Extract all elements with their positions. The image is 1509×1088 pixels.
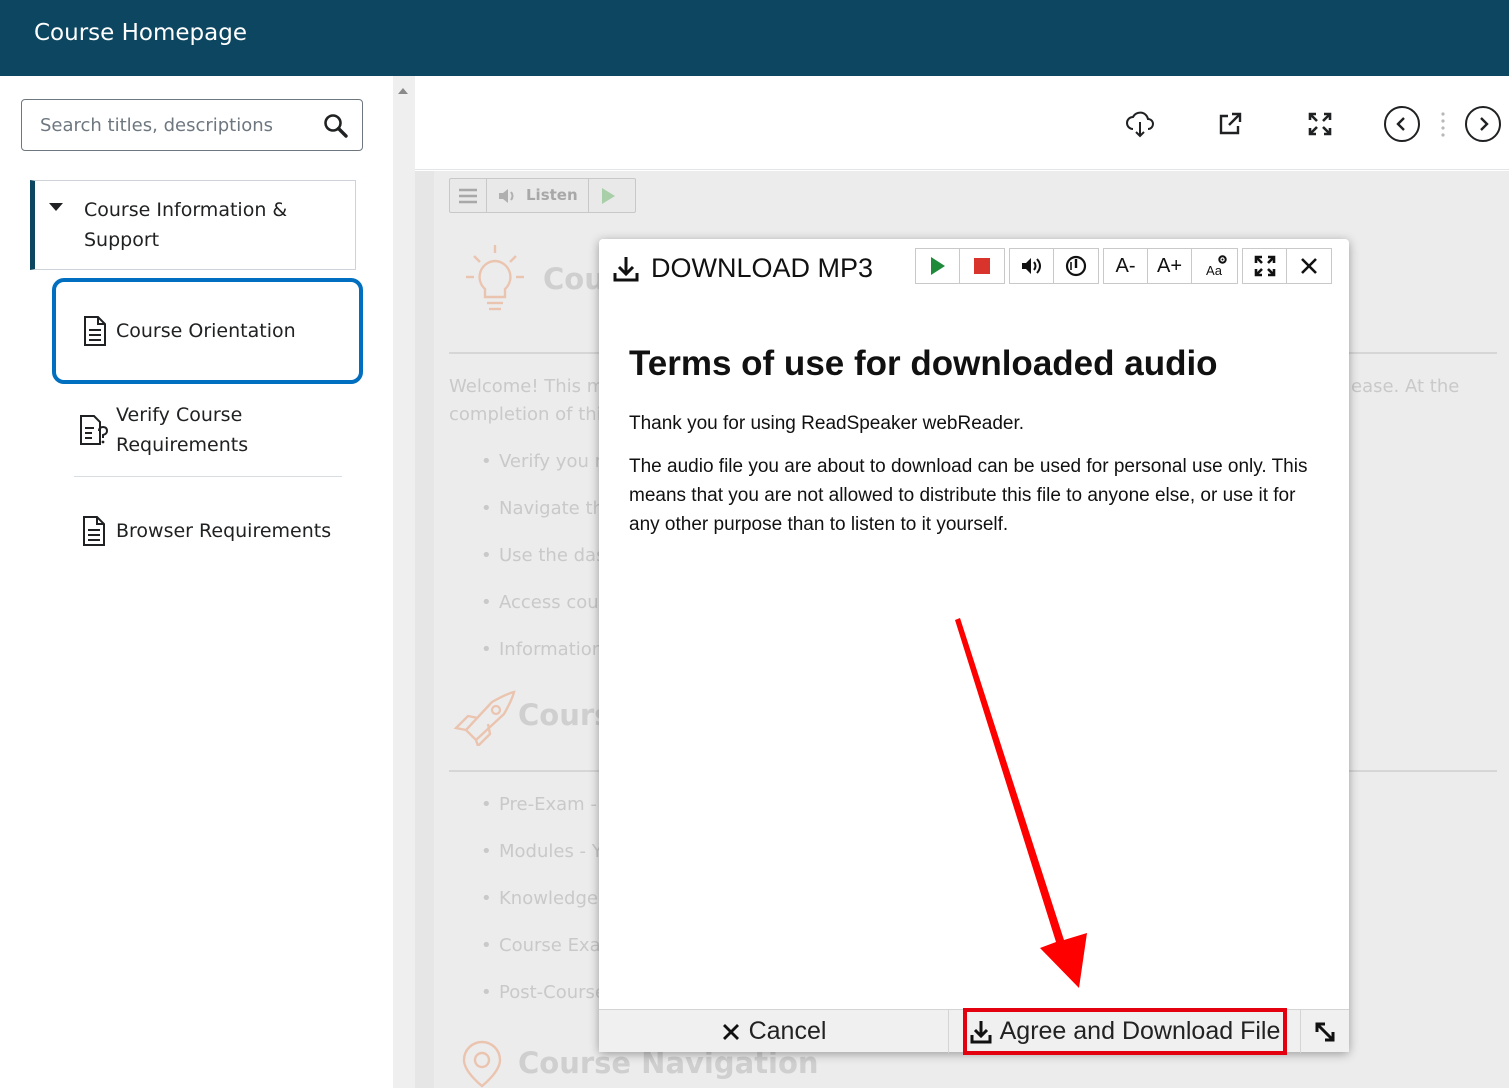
terms-body-text: The audio file you are about to download… xyxy=(629,456,1308,535)
document-icon xyxy=(83,516,105,546)
agree-label: Agree and Download File xyxy=(999,1017,1281,1045)
readspeaker-listen-bar[interactable]: Listen xyxy=(449,178,636,213)
document-icon xyxy=(84,316,106,346)
open-new-window-button[interactable] xyxy=(1212,106,1248,142)
divider xyxy=(1349,770,1497,772)
audio-settings-controls xyxy=(1009,248,1099,284)
list-item: Information xyxy=(481,639,603,660)
list-item: Post-Course xyxy=(481,982,606,1003)
rocket-icon xyxy=(453,690,516,746)
play-icon xyxy=(930,257,945,275)
divider xyxy=(449,352,599,354)
text-size-controls: A- A+ Aa xyxy=(1103,248,1238,284)
font-larger-label: A+ xyxy=(1156,254,1183,277)
topic-label: Browser Requirements xyxy=(116,520,332,542)
fullscreen-icon xyxy=(1308,112,1332,136)
fullscreen-button[interactable] xyxy=(1302,106,1338,142)
font-smaller-button[interactable]: A- xyxy=(1104,249,1148,283)
maximize-button[interactable] xyxy=(1243,249,1287,283)
topic-label: Verify Course Requirements xyxy=(116,404,249,456)
terms-thanks-text: Thank you for using ReadSpeaker webReade… xyxy=(629,413,1025,434)
speed-button[interactable] xyxy=(1054,249,1098,283)
scroll-up-arrow-icon[interactable] xyxy=(398,88,408,94)
lightbulb-icon xyxy=(466,245,524,311)
terms-heading: Terms of use for downloaded audio xyxy=(629,344,1218,383)
separator-dots-icon xyxy=(1441,112,1445,137)
speed-gauge-icon xyxy=(1065,255,1087,277)
close-icon xyxy=(722,1023,739,1040)
topic-browser-requirements[interactable]: Browser Requirements xyxy=(52,505,363,561)
text-settings-button[interactable]: Aa xyxy=(1192,249,1236,283)
volume-button[interactable] xyxy=(1010,249,1054,283)
list-item: Pre-Exam - xyxy=(481,794,597,815)
dialog-title: DOWNLOAD MP3 xyxy=(651,253,874,283)
caret-down-icon[interactable] xyxy=(49,203,63,211)
list-item: Use the das xyxy=(481,545,606,566)
checklist-question-icon xyxy=(80,415,109,445)
volume-icon xyxy=(1021,258,1041,274)
search-icon[interactable] xyxy=(322,112,350,140)
list-item: Knowledge xyxy=(481,888,598,909)
resize-button[interactable] xyxy=(1300,1010,1349,1053)
next-topic-button[interactable] xyxy=(1465,106,1501,142)
list-item: Access cour xyxy=(481,592,606,613)
close-icon xyxy=(1301,258,1317,274)
intro-text: Welcome! This mo xyxy=(449,376,616,397)
topic-label: Course Orientation xyxy=(116,320,296,342)
search-input[interactable] xyxy=(40,112,320,138)
divider xyxy=(449,770,599,772)
app-header: Course Homepage xyxy=(0,0,1509,76)
agree-and-download-button[interactable]: Agree and Download File xyxy=(963,1008,1287,1055)
stop-icon xyxy=(974,258,990,274)
sidebar-scrollbar[interactable] xyxy=(393,76,415,1088)
play-button[interactable] xyxy=(916,249,960,283)
resize-diagonal-icon xyxy=(1315,1022,1335,1041)
next-icon xyxy=(1480,117,1489,131)
download-icon xyxy=(970,1020,992,1043)
map-pin-icon xyxy=(462,1040,502,1088)
play-icon[interactable] xyxy=(602,188,615,204)
module-title[interactable]: Course Information & Support xyxy=(84,195,344,255)
list-item: Course Exa xyxy=(481,935,601,956)
download-cloud-icon xyxy=(1126,111,1154,138)
section-heading: Cou xyxy=(543,262,605,296)
list-item: Verify you m xyxy=(481,451,612,472)
menu-icon xyxy=(459,188,477,204)
listen-label: Listen xyxy=(526,186,578,204)
close-button[interactable] xyxy=(1287,249,1331,283)
window-controls xyxy=(1242,248,1332,284)
content-toolbar xyxy=(415,76,1509,170)
cancel-label: Cancel xyxy=(748,1017,827,1045)
cancel-button[interactable]: Cancel xyxy=(599,1010,949,1053)
list-item: Navigate th xyxy=(481,498,604,519)
search-box[interactable] xyxy=(21,99,363,151)
previous-icon xyxy=(1396,117,1405,131)
intro-text: completion of this xyxy=(449,404,612,425)
external-link-icon xyxy=(1219,112,1242,135)
maximize-icon xyxy=(1254,255,1275,277)
settings-gear-icon xyxy=(1218,255,1227,264)
topic-course-orientation[interactable]: Course Orientation xyxy=(52,278,363,384)
topic-verify-course-requirements[interactable]: Verify Course Requirements xyxy=(52,396,363,478)
page-title[interactable]: Course Homepage xyxy=(34,20,247,46)
download-icon xyxy=(613,257,639,282)
divider xyxy=(1349,352,1497,354)
download-mp3-dialog: DOWNLOAD MP3 A- A+ Aa Terms of use for d… xyxy=(599,239,1349,1055)
download-button[interactable] xyxy=(1122,106,1158,142)
intro-text: ease. At the xyxy=(1351,376,1460,397)
dialog-footer: Cancel Agree and Download File xyxy=(599,1008,1349,1055)
list-item: Modules - Y xyxy=(481,841,603,862)
divider xyxy=(74,476,342,477)
stop-button[interactable] xyxy=(960,249,1004,283)
font-larger-button[interactable]: A+ xyxy=(1148,249,1192,283)
module-course-information[interactable]: Course Information & Support xyxy=(30,180,356,270)
menu-button[interactable] xyxy=(450,179,487,212)
font-smaller-label: A- xyxy=(1115,254,1136,277)
playback-controls xyxy=(915,248,1005,284)
speaker-icon xyxy=(499,189,514,203)
previous-topic-button[interactable] xyxy=(1384,106,1420,142)
